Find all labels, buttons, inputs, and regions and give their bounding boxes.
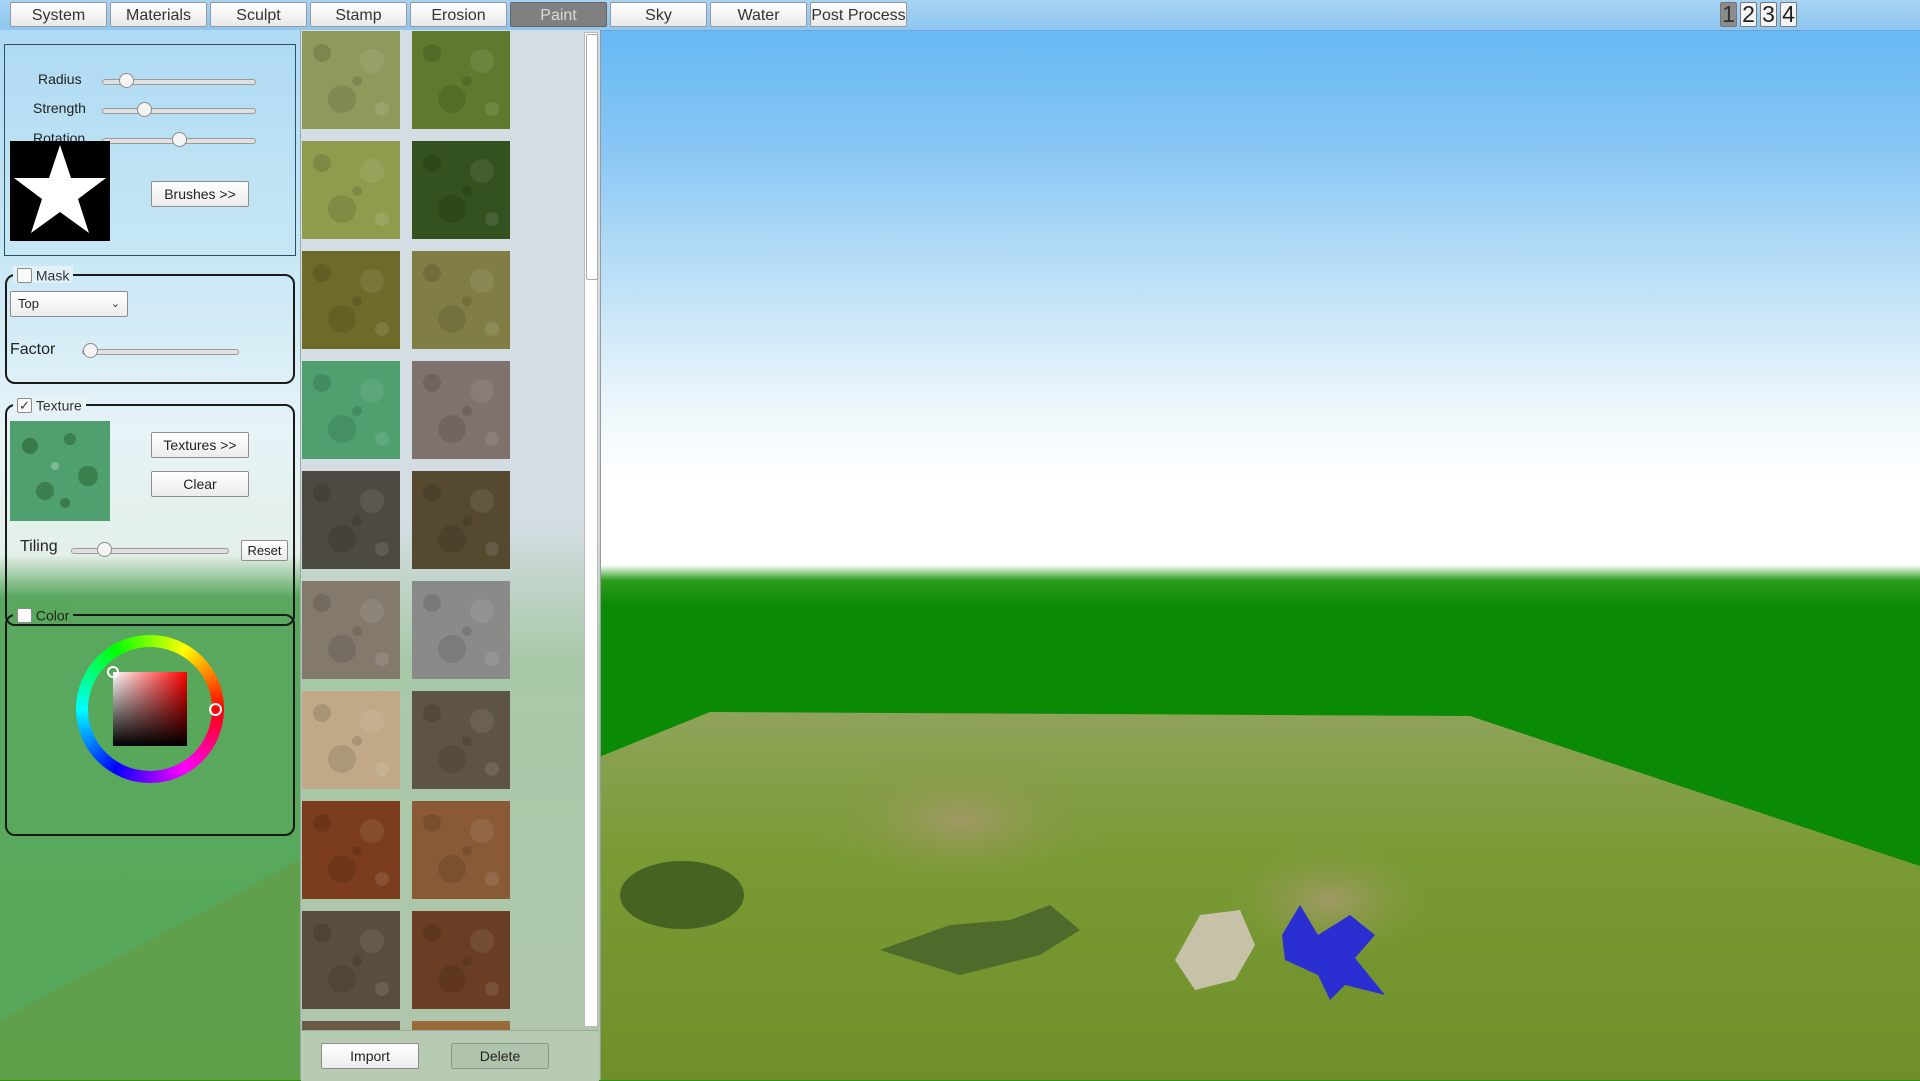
tab-erosion[interactable]: Erosion [410,2,507,27]
texture-tile-partial[interactable] [412,1021,510,1030]
texture-tile-grass-yellow[interactable] [302,141,400,239]
texture-tile-grass-dry[interactable] [302,31,400,129]
factor-slider[interactable] [82,343,239,358]
color-wheel[interactable] [76,635,224,783]
brush-preview[interactable] [10,141,110,241]
clear-texture-button[interactable]: Clear [151,471,249,497]
texture-label: Texture [35,397,82,414]
mask-label: Mask [35,267,70,284]
tab-sculpt[interactable]: Sculpt [210,2,307,27]
texture-tile-clay-red[interactable] [302,801,400,899]
terrain-hill [810,750,1110,890]
view-4-button[interactable]: 4 [1780,2,1797,27]
factor-label: Factor [10,341,56,358]
mask-checkbox[interactable] [17,267,32,283]
texture-tile-rock-dark[interactable] [302,471,400,569]
texture-tile-dirt-grey[interactable] [302,581,400,679]
texture-tile-stone-grey[interactable] [412,581,510,679]
reset-tiling-button[interactable]: Reset [241,540,288,561]
hue-handle[interactable] [209,703,222,716]
texture-tile-moss-olive[interactable] [302,251,400,349]
color-legend: Color [13,606,74,624]
texture-tile-soil-brown[interactable] [412,691,510,789]
mask-legend: Mask [13,266,74,284]
saturation-value-square[interactable] [113,672,187,746]
brush-settings-group: Radius Strength Rotation Brushes >> [4,44,296,256]
view-2-button[interactable]: 2 [1740,2,1757,27]
import-button[interactable]: Import [321,1043,419,1069]
saturation-handle[interactable] [107,666,119,678]
texture-tile-grass-dark[interactable] [412,141,510,239]
scrollbar-thumb[interactable] [586,34,598,280]
texture-tile-moss-patchy[interactable] [412,251,510,349]
delete-button[interactable]: Delete [451,1043,549,1069]
color-checkbox[interactable] [17,607,32,623]
tab-stamp[interactable]: Stamp [310,2,407,27]
textures-button[interactable]: Textures >> [151,432,249,458]
tab-system[interactable]: System [10,2,107,27]
strength-slider-knob[interactable] [137,102,153,117]
view-3-button[interactable]: 3 [1760,2,1777,27]
paint-settings-panel: Radius Strength Rotation Brushes >> Mask… [0,30,300,1080]
strength-slider[interactable] [102,102,256,117]
texture-checkbox[interactable]: ✓ [17,397,32,413]
mask-mode-dropdown[interactable]: Top ⌄ [10,291,128,317]
texture-tile-earth-dark[interactable] [302,911,400,1009]
radius-slider[interactable] [102,73,256,88]
texture-tile-sand-tan[interactable] [302,691,400,789]
chevron-down-icon: ⌄ [110,298,120,310]
tiling-slider[interactable] [71,542,229,557]
texture-tile-grass-green[interactable] [412,31,510,129]
texture-library-footer: Import Delete [301,1030,599,1081]
tab-materials[interactable]: Materials [110,2,207,27]
painted-patch [620,861,744,929]
texture-swatch [22,433,98,508]
texture-legend: ✓ Texture [13,396,86,414]
star-icon [14,145,106,233]
factor-slider-knob[interactable] [83,343,98,358]
strength-label: Strength [33,100,86,116]
radius-slider-knob[interactable] [119,73,135,88]
texture-library-panel: Import Delete [300,30,601,1081]
rotation-slider[interactable] [102,132,256,147]
radius-label: Radius [38,71,82,87]
texture-tile-partial[interactable] [302,1021,400,1030]
texture-tile-soil-moss[interactable] [412,471,510,569]
tab-water[interactable]: Water [710,2,807,27]
tiling-label: Tiling [20,538,58,555]
texture-tile-clay-moss[interactable] [412,801,510,899]
menu-bar: System Materials Sculpt Stamp Erosion Pa… [0,0,1920,31]
texture-tile-earth-rust[interactable] [412,911,510,1009]
texture-scrollbar[interactable] [584,32,598,1027]
selected-texture-preview[interactable] [10,421,110,521]
tab-post-process[interactable]: Post Process [810,2,907,27]
view-1-button[interactable]: 1 [1720,2,1737,27]
mask-mode-value: Top [18,296,39,311]
color-label: Color [35,607,70,624]
tab-paint[interactable]: Paint [510,2,607,27]
tab-sky[interactable]: Sky [610,2,707,27]
texture-tile-gravel-grey[interactable] [412,361,510,459]
rotation-slider-knob[interactable] [171,132,187,147]
brushes-button[interactable]: Brushes >> [151,181,249,207]
texture-tile-moss-teal[interactable] [302,361,400,459]
